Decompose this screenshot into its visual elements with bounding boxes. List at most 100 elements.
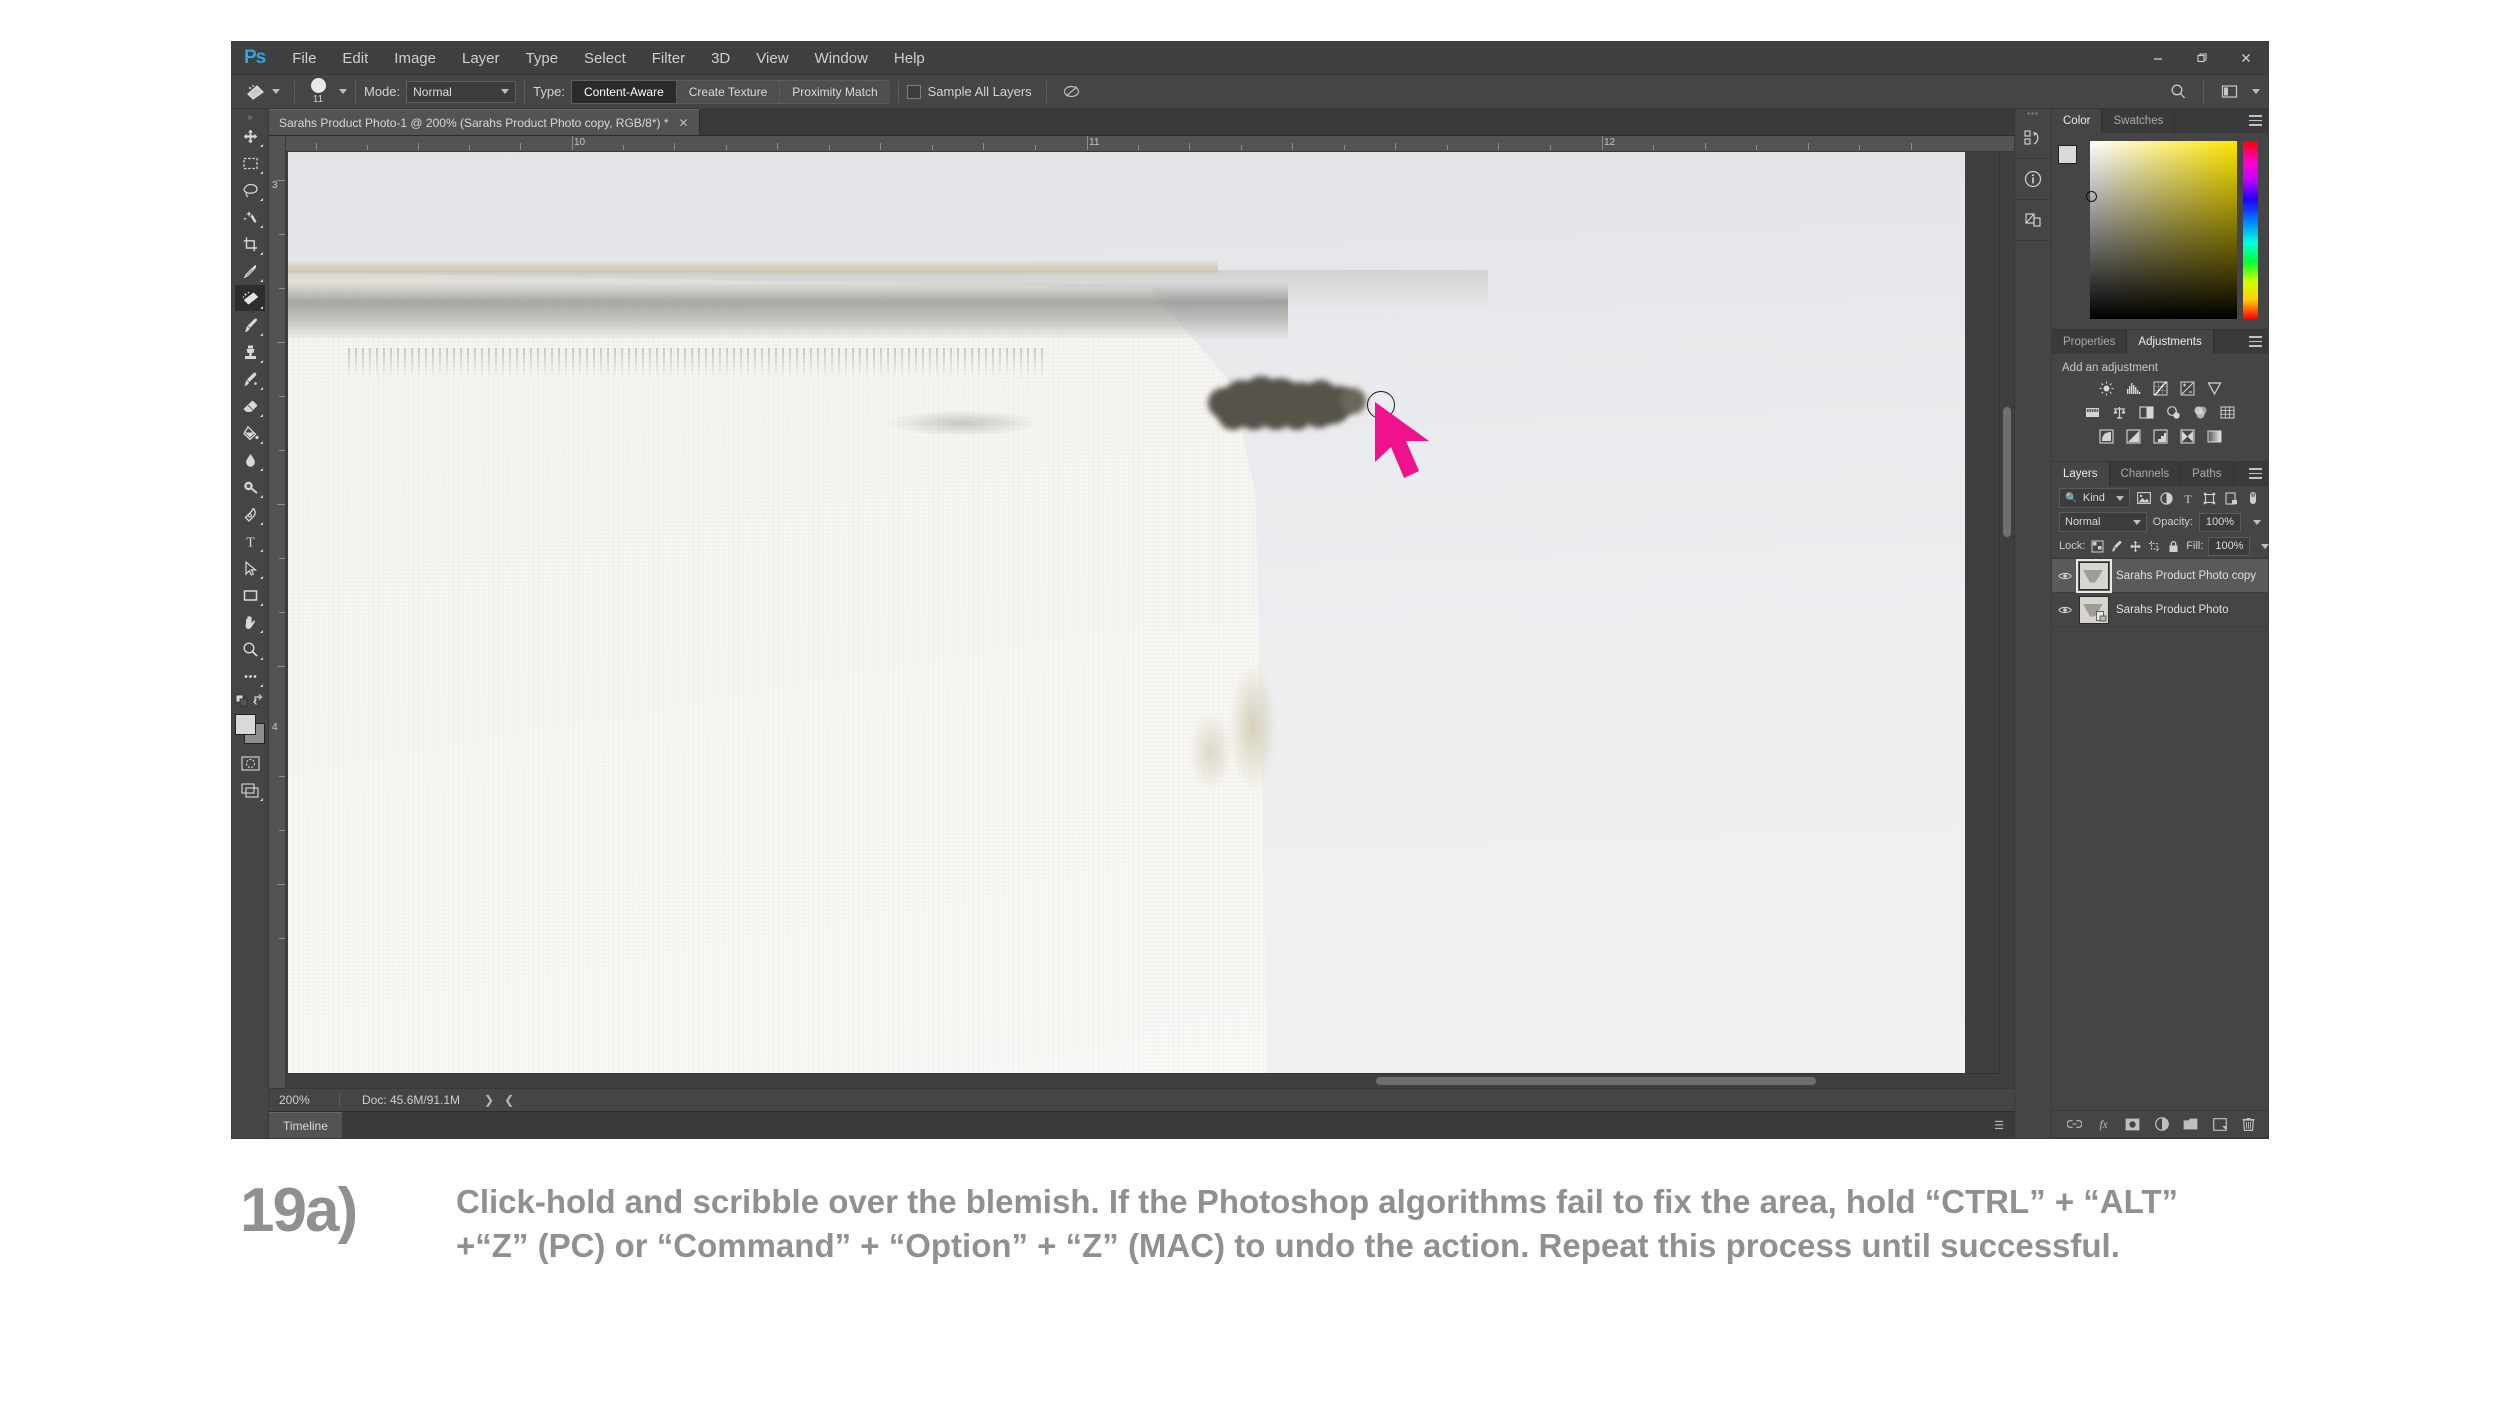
threshold-icon[interactable] bbox=[2152, 428, 2169, 445]
zoom-level[interactable]: 200% bbox=[269, 1093, 339, 1107]
brightness-contrast-icon[interactable] bbox=[2098, 380, 2115, 397]
panel-menu-icon[interactable] bbox=[2249, 115, 2262, 126]
menu-edit[interactable]: Edit bbox=[329, 46, 381, 71]
restore-button[interactable] bbox=[2180, 42, 2224, 74]
quick-selection-tool[interactable] bbox=[235, 204, 265, 230]
menu-window[interactable]: Window bbox=[802, 46, 881, 71]
canvas-vertical-scrollbar[interactable] bbox=[1999, 152, 2014, 1074]
lock-artboard-icon[interactable] bbox=[2148, 538, 2161, 555]
layer-thumbnail[interactable] bbox=[2079, 595, 2109, 624]
pixel-filter-icon[interactable] bbox=[2136, 490, 2152, 507]
posterize-icon[interactable] bbox=[2125, 428, 2142, 445]
history-panel-icon[interactable] bbox=[2015, 118, 2051, 159]
mode-select[interactable]: Normal bbox=[406, 80, 517, 103]
curves-icon[interactable] bbox=[2152, 380, 2169, 397]
link-layers-icon[interactable] bbox=[2067, 1117, 2082, 1132]
move-tool[interactable] bbox=[235, 123, 265, 149]
fill-value[interactable]: 100% bbox=[2208, 536, 2251, 556]
brush-preset-picker[interactable]: 11 bbox=[303, 78, 333, 105]
eye-icon[interactable] bbox=[2058, 571, 2072, 581]
timeline-panel-menu-icon[interactable]: ☰ bbox=[1994, 1119, 2004, 1132]
gradient-map-icon[interactable] bbox=[2206, 428, 2223, 445]
edit-toolbar-button[interactable] bbox=[235, 663, 265, 689]
default-colors-and-swap[interactable] bbox=[235, 690, 265, 710]
info-panel-icon[interactable] bbox=[2015, 159, 2051, 200]
new-adjustment-icon[interactable] bbox=[2154, 1117, 2169, 1132]
document-tab[interactable]: Sarahs Product Photo-1 @ 200% (Sarahs Pr… bbox=[269, 109, 700, 135]
menu-filter[interactable]: Filter bbox=[639, 46, 698, 71]
quick-mask-button[interactable] bbox=[235, 750, 265, 776]
type-content-aware-button[interactable]: Content-Aware bbox=[570, 79, 676, 104]
workspace-caret[interactable] bbox=[2252, 89, 2260, 94]
menu-3d[interactable]: 3D bbox=[698, 46, 743, 71]
type-proximity-match-button[interactable]: Proximity Match bbox=[779, 79, 890, 104]
fill-caret[interactable] bbox=[2261, 543, 2270, 549]
clone-stamp-tool[interactable] bbox=[235, 339, 265, 365]
levels-icon[interactable] bbox=[2125, 380, 2142, 397]
type-filter-icon[interactable]: T bbox=[2180, 490, 2196, 507]
brush-picker-caret[interactable] bbox=[339, 89, 347, 94]
photo-filter-icon[interactable] bbox=[2165, 404, 2182, 421]
vertical-scroll-thumb[interactable] bbox=[2003, 407, 2011, 537]
blur-tool[interactable] bbox=[235, 447, 265, 473]
menu-help[interactable]: Help bbox=[881, 46, 938, 71]
shape-filter-icon[interactable] bbox=[2202, 490, 2218, 507]
canvas-stage[interactable] bbox=[286, 152, 2014, 1088]
lock-position-icon[interactable] bbox=[2129, 538, 2142, 555]
sample-all-layers-checkbox[interactable] bbox=[906, 84, 921, 99]
layer-row-2[interactable]: Sarahs Product Photo bbox=[2052, 593, 2268, 627]
color-lookup-icon[interactable] bbox=[2219, 404, 2236, 421]
dock-grip[interactable]: ▪▪▪ bbox=[2015, 109, 2051, 118]
toolbox-collapse-handle[interactable]: » bbox=[232, 111, 268, 123]
layer-thumbnail[interactable] bbox=[2076, 559, 2112, 593]
menu-file[interactable]: File bbox=[279, 46, 329, 71]
menu-image[interactable]: Image bbox=[381, 46, 449, 71]
tab-paths[interactable]: Paths bbox=[2181, 462, 2234, 486]
channel-mixer-icon[interactable] bbox=[2192, 404, 2209, 421]
filter-toggle-icon[interactable] bbox=[2245, 490, 2261, 507]
vibrance-icon[interactable] bbox=[2206, 380, 2223, 397]
hand-tool[interactable] bbox=[235, 609, 265, 635]
color-balance-icon[interactable] bbox=[2111, 404, 2128, 421]
foreground-color-swatch[interactable] bbox=[235, 714, 256, 735]
workspace-switcher-icon[interactable] bbox=[2212, 79, 2246, 105]
eye-icon[interactable] bbox=[2058, 605, 2072, 615]
add-mask-icon[interactable] bbox=[2125, 1117, 2140, 1132]
lock-transparency-icon[interactable] bbox=[2091, 538, 2104, 555]
eraser-tool[interactable] bbox=[235, 393, 265, 419]
invert-icon[interactable] bbox=[2098, 428, 2115, 445]
panel-menu-icon[interactable] bbox=[2249, 468, 2262, 479]
black-white-icon[interactable] bbox=[2138, 404, 2155, 421]
dodge-tool[interactable] bbox=[235, 474, 265, 500]
close-button[interactable] bbox=[2224, 42, 2268, 74]
adjustment-filter-icon[interactable] bbox=[2158, 490, 2174, 507]
spot-healing-brush-tool[interactable] bbox=[235, 285, 265, 311]
tab-adjustments[interactable]: Adjustments bbox=[2127, 330, 2214, 354]
current-tool-preset[interactable] bbox=[232, 83, 286, 101]
gradient-tool[interactable] bbox=[235, 420, 265, 446]
libraries-panel-icon[interactable] bbox=[2015, 200, 2051, 241]
document-image[interactable] bbox=[288, 152, 1965, 1074]
layer-row-1[interactable]: Sarahs Product Photo copy bbox=[2052, 559, 2268, 593]
tab-channels[interactable]: Channels bbox=[2109, 462, 2182, 486]
type-tool[interactable]: T bbox=[235, 528, 265, 554]
horizontal-scroll-thumb[interactable] bbox=[1376, 1077, 1816, 1085]
lock-image-icon[interactable] bbox=[2110, 538, 2123, 555]
path-selection-tool[interactable] bbox=[235, 555, 265, 581]
zoom-tool[interactable] bbox=[235, 636, 265, 662]
history-brush-tool[interactable] bbox=[235, 366, 265, 392]
menu-select[interactable]: Select bbox=[571, 46, 639, 71]
screen-mode-button[interactable] bbox=[235, 777, 265, 803]
menu-layer[interactable]: Layer bbox=[449, 46, 513, 71]
crop-tool[interactable] bbox=[235, 231, 265, 257]
tab-layers[interactable]: Layers bbox=[2052, 462, 2110, 486]
status-expand-icon[interactable]: ❯ bbox=[460, 1093, 494, 1107]
blend-mode-select[interactable]: Normal bbox=[2059, 512, 2147, 532]
opacity-value[interactable]: 100% bbox=[2199, 512, 2241, 532]
tool-preset-caret[interactable] bbox=[272, 89, 280, 94]
selective-color-icon[interactable] bbox=[2179, 428, 2196, 445]
tab-swatches[interactable]: Swatches bbox=[2102, 109, 2176, 133]
color-panel-swatches[interactable] bbox=[2058, 141, 2087, 319]
layer-kind-filter[interactable]: 🔍 Kind bbox=[2059, 488, 2131, 508]
layer-style-fx-icon[interactable]: fx bbox=[2096, 1117, 2111, 1132]
